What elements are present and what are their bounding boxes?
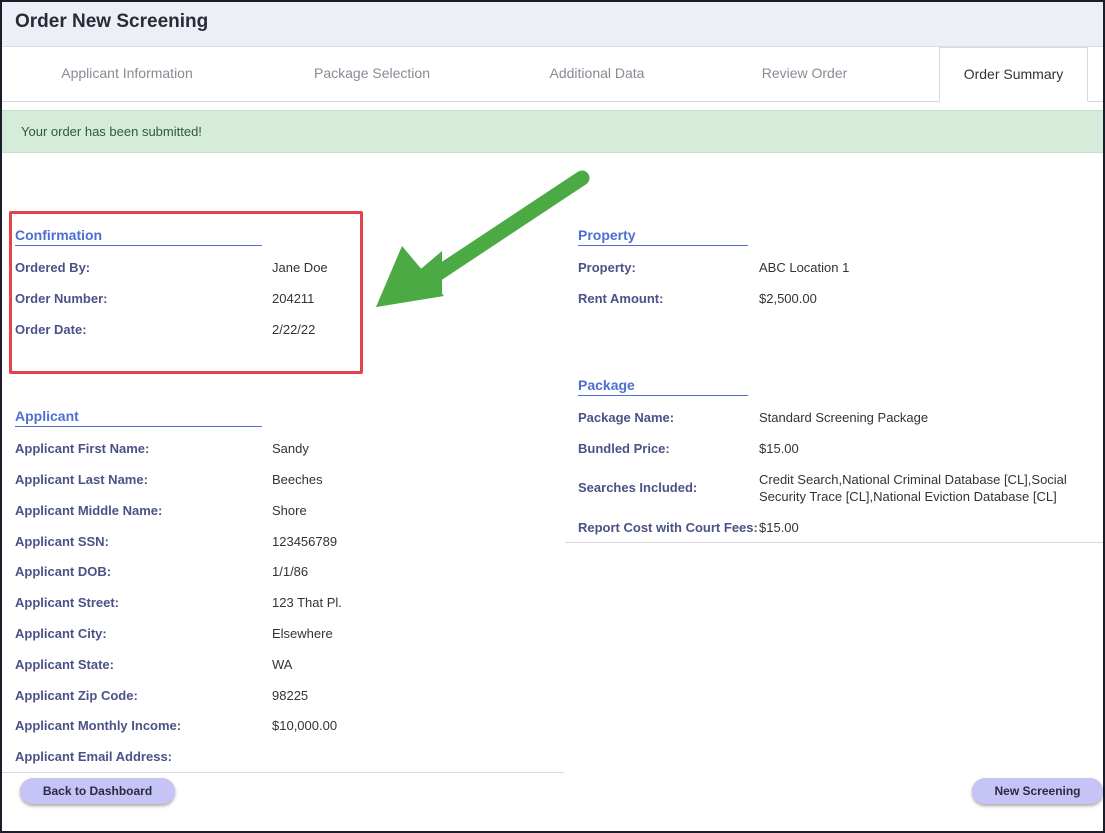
applicant-zip-code-value: 98225 bbox=[272, 688, 309, 703]
back-to-dashboard-button[interactable]: Back to Dashboard bbox=[20, 778, 175, 804]
property-section-title: Property bbox=[578, 227, 748, 246]
package-divider bbox=[565, 542, 1103, 543]
property-value: ABC Location 1 bbox=[759, 260, 850, 275]
applicant-first-name-value: Sandy bbox=[272, 441, 309, 456]
applicant-street-label: Applicant Street: bbox=[15, 595, 120, 610]
highlight-box bbox=[9, 211, 363, 374]
searches-included-label: Searches Included: bbox=[578, 480, 698, 495]
applicant-middle-name-label: Applicant Middle Name: bbox=[15, 503, 163, 518]
tab-applicant-information[interactable]: Applicant Information bbox=[22, 47, 232, 101]
wizard-tabs: Applicant Information Package Selection … bbox=[2, 47, 1103, 102]
tab-additional-data[interactable]: Additional Data bbox=[492, 47, 702, 101]
tab-package-selection[interactable]: Package Selection bbox=[267, 47, 477, 101]
applicant-ssn-label: Applicant SSN: bbox=[15, 534, 109, 549]
package-section-title: Package bbox=[578, 377, 748, 396]
new-screening-button[interactable]: New Screening bbox=[972, 778, 1103, 804]
applicant-monthly-income-label: Applicant Monthly Income: bbox=[15, 718, 182, 733]
applicant-city-value: Elsewhere bbox=[272, 626, 333, 641]
alert-message: Your order has been submitted! bbox=[21, 124, 202, 139]
applicant-ssn-value: 123456789 bbox=[272, 534, 338, 549]
page-title: Order New Screening bbox=[15, 11, 209, 32]
arrow-icon bbox=[376, 170, 590, 307]
applicant-zip-code-label: Applicant Zip Code: bbox=[15, 688, 138, 703]
report-cost-label: Report Cost with Court Fees: bbox=[578, 520, 758, 535]
applicant-dob-value: 1/1/86 bbox=[272, 564, 309, 579]
property-label: Property: bbox=[578, 260, 636, 275]
applicant-last-name-value: Beeches bbox=[272, 472, 323, 487]
bundled-price-label: Bundled Price: bbox=[578, 441, 670, 456]
applicant-street-value: 123 That Pl. bbox=[272, 595, 342, 610]
title-bar: Order New Screening bbox=[2, 2, 1103, 47]
applicant-section-title: Applicant bbox=[15, 408, 262, 427]
package-name-label: Package Name: bbox=[578, 410, 675, 425]
rent-amount-label: Rent Amount: bbox=[578, 291, 664, 306]
applicant-first-name-label: Applicant First Name: bbox=[15, 441, 150, 456]
applicant-last-name-label: Applicant Last Name: bbox=[15, 472, 148, 487]
rent-amount-value: $2,500.00 bbox=[759, 291, 817, 306]
tab-review-order[interactable]: Review Order bbox=[702, 47, 907, 101]
bundled-price-value: $15.00 bbox=[759, 441, 799, 456]
applicant-middle-name-value: Shore bbox=[272, 503, 307, 518]
applicant-state-label: Applicant State: bbox=[15, 657, 114, 672]
applicant-city-label: Applicant City: bbox=[15, 626, 107, 641]
report-cost-value: $15.00 bbox=[759, 520, 799, 535]
applicant-email-label: Applicant Email Address: bbox=[15, 749, 172, 764]
tab-order-summary[interactable]: Order Summary bbox=[939, 47, 1088, 102]
applicant-dob-label: Applicant DOB: bbox=[15, 564, 112, 579]
applicant-state-value: WA bbox=[272, 657, 293, 672]
searches-included-value: Credit Search,National Criminal Database… bbox=[759, 472, 1067, 504]
success-alert: Your order has been submitted! bbox=[2, 110, 1103, 153]
package-name-value: Standard Screening Package bbox=[759, 410, 929, 425]
applicant-monthly-income-value: $10,000.00 bbox=[272, 718, 338, 733]
applicant-divider bbox=[2, 772, 564, 773]
